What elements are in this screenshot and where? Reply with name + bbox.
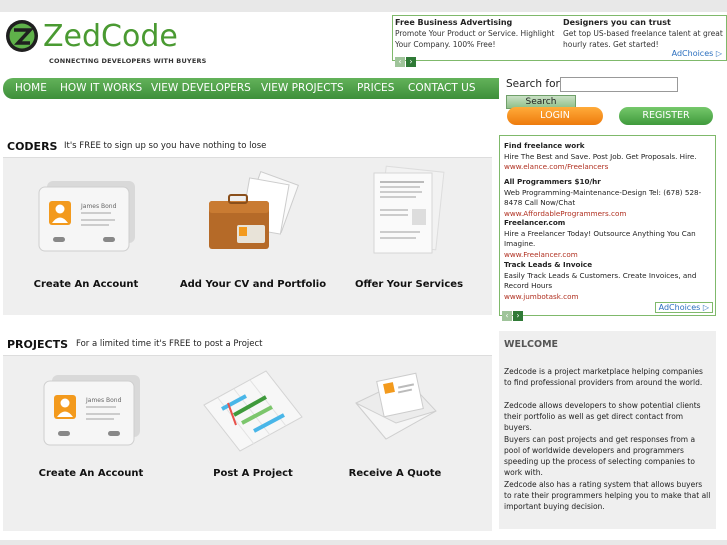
top-ad-2[interactable]: Designers you can trust Get top US-based… [563,17,727,50]
side-ad-1-title[interactable]: Find freelance work [504,141,714,152]
projects-create-account[interactable]: James Bond Create An Account [16,355,166,531]
next-arrow-icon[interactable]: › [406,57,416,67]
adchoices-icon: ▷ [715,49,722,58]
coders-offer-services[interactable]: Offer Your Services [334,157,484,315]
card-name: James Bond [85,397,122,404]
top-ad-1-title[interactable]: Free Business Advertising [395,17,560,28]
welcome-paragraph: Zedcode also has a rating system that al… [504,480,711,511]
welcome-paragraph: Buyers can post projects and get respons… [504,435,696,477]
documents-icon [373,165,445,254]
adchoices-link[interactable]: AdChoices ▷ [672,49,722,58]
logo-tagline: CONNECTING DEVELOPERS WITH BUYERS [49,57,207,65]
side-ad-4-text: Easily Track Leads & Customers. Create I… [504,270,697,291]
nav-view-projects[interactable]: VIEW PROJECTS [261,82,344,94]
adchoices-label: AdChoices [671,49,714,58]
card-name: James Bond [80,203,117,210]
projects-panel: PROJECTS For a limited time it's FREE to… [3,333,492,531]
register-button[interactable]: REGISTER [619,107,713,125]
welcome-paragraph: Zedcode allows developers to show potent… [504,401,701,432]
side-ad-1-text: Hire The Best and Save. Post Job. Get Pr… [504,151,697,161]
side-ad-2-title[interactable]: All Programmers $10/hr [504,177,714,188]
coders-add-cv-label[interactable]: Add Your CV and Portfolio [178,279,328,290]
projects-subtitle: For a limited time it's FREE to post a P… [76,339,263,349]
welcome-paragraph: Zedcode is a project marketplace helping… [504,367,703,387]
search-input[interactable] [560,77,678,92]
envelope-icon [355,372,437,440]
main-nav: HOME HOW IT WORKS VIEW DEVELOPERS VIEW P… [3,78,499,99]
welcome-panel: WELCOME Zedcode is a project marketplace… [499,331,716,529]
side-ad-arrows: ‹ › [502,303,524,322]
nav-view-developers[interactable]: VIEW DEVELOPERS [151,82,251,94]
coders-title: CODERS [7,140,58,153]
side-ad-1[interactable]: Find freelance work Hire The Best and Sa… [504,141,714,173]
coders-panel: CODERS It's FREE to sign up so you have … [3,135,492,315]
next-arrow-icon[interactable]: › [513,311,523,321]
side-ad-4-title[interactable]: Track Leads & Invoice [504,260,714,271]
projects-post-project[interactable]: Post A Project [178,355,328,531]
side-ad-1-url[interactable]: www.elance.com/Freelancers [504,162,714,173]
top-ad-1-text: Promote Your Product or Service. Highlig… [395,29,555,49]
search-label: Search for: [506,78,564,90]
projects-receive-quote-label[interactable]: Receive A Quote [320,468,470,479]
nav-prices[interactable]: PRICES [357,82,394,94]
projects-receive-quote[interactable]: Receive A Quote [320,355,470,531]
projects-create-account-label[interactable]: Create An Account [16,468,166,479]
top-strip [0,0,727,12]
top-ad-1[interactable]: Free Business Advertising Promote Your P… [395,17,560,50]
logo-wordmark: ZedCode [43,19,178,54]
prev-arrow-icon[interactable]: ‹ [502,311,512,321]
zedcode-logo-mark-icon [6,20,38,52]
nav-home[interactable]: HOME [15,82,47,94]
top-ad-2-title[interactable]: Designers you can trust [563,17,727,28]
bottom-strip [0,540,727,545]
side-ad-2[interactable]: All Programmers $10/hr Web Programming-M… [504,177,714,219]
nav-how-it-works[interactable]: HOW IT WORKS [60,82,142,94]
login-button[interactable]: LOGIN [507,107,603,125]
welcome-title: WELCOME [504,339,559,350]
coders-subtitle: It's FREE to sign up so you have nothing… [64,141,267,151]
top-ad-2-text: Get top US-based freelance talent at gre… [563,29,723,49]
user-card-icon: James Bond [43,375,140,446]
portfolio-folder-icon [209,171,299,249]
side-ad-3[interactable]: Freelancer.com Hire a Freelancer Today! … [504,218,714,260]
side-adchoices-label: AdChoices [658,303,701,312]
side-ad-3-title[interactable]: Freelancer.com [504,218,714,229]
side-ad-2-text: Web Programming-Maintenance-Design Tel: … [504,187,702,208]
top-ad-banner[interactable]: Free Business Advertising Promote Your P… [392,15,727,67]
site-logo[interactable]: ZedCode CONNECTING DEVELOPERS WITH BUYER… [5,17,206,67]
nav-contact-us[interactable]: CONTACT US [408,82,475,94]
side-ad-4[interactable]: Track Leads & Invoice Easily Track Leads… [504,260,714,302]
projects-post-project-label[interactable]: Post A Project [178,468,328,479]
gantt-chart-icon [203,370,303,452]
side-ad-box[interactable]: Find freelance work Hire The Best and Sa… [499,135,716,321]
adchoices-icon: ▷ [702,303,709,312]
prev-arrow-icon[interactable]: ‹ [395,57,405,67]
coders-header: CODERS It's FREE to sign up so you have … [3,135,492,158]
top-ad-arrows: ‹ › [395,49,417,68]
coders-create-account[interactable]: James Bond Create An Account [11,157,161,315]
coders-add-cv[interactable]: Add Your CV and Portfolio [178,157,328,315]
coders-create-account-label[interactable]: Create An Account [11,279,161,290]
side-ad-3-url[interactable]: www.Freelancer.com [504,250,714,261]
side-adchoices-link[interactable]: AdChoices ▷ [654,302,713,313]
projects-header: PROJECTS For a limited time it's FREE to… [3,333,492,356]
user-card-icon: James Bond [38,181,135,252]
side-ad-3-text: Hire a Freelancer Today! Outsource Anyth… [504,228,696,249]
projects-title: PROJECTS [7,338,68,351]
side-ad-4-url[interactable]: www.jumbotask.com [504,292,714,303]
coders-offer-services-label[interactable]: Offer Your Services [334,279,484,290]
